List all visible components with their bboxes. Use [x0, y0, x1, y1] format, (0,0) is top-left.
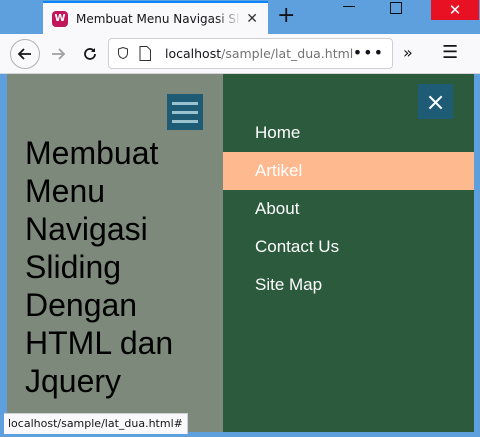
- side-navigation: × Home Artikel About Contact Us Site Map: [223, 74, 474, 432]
- new-tab-button[interactable]: +: [277, 3, 295, 29]
- arrow-left-icon: [17, 48, 31, 60]
- page-viewport: Membuat Menu Navigasi Sliding Dengan HTM…: [7, 74, 474, 432]
- arrow-right-icon: [52, 48, 66, 60]
- tab-active[interactable]: W Membuat Menu Navigasi Sliding Dengan H…: [43, 1, 268, 34]
- hamburger-menu-icon[interactable]: ☰: [442, 42, 458, 63]
- address-bar[interactable]: localhost/sample/lat_dua.html •••: [108, 38, 393, 69]
- tab-close-icon[interactable]: ✕: [246, 11, 258, 27]
- page-actions-icon[interactable]: •••: [353, 43, 384, 62]
- tab-strip: W Membuat Menu Navigasi Sliding Dengan H…: [0, 0, 480, 34]
- nav-item-contact-us[interactable]: Contact Us: [223, 228, 474, 266]
- open-menu-button[interactable]: [167, 94, 203, 130]
- tab-title: Membuat Menu Navigasi Sliding Dengan HTM…: [76, 11, 241, 26]
- back-button[interactable]: [10, 39, 40, 69]
- nav-item-home[interactable]: Home: [223, 114, 474, 152]
- shield-icon: [118, 47, 128, 59]
- window-close-button[interactable]: ✕: [431, 0, 479, 20]
- maximize-icon[interactable]: [390, 2, 402, 14]
- nav-item-about[interactable]: About: [223, 190, 474, 228]
- reload-button[interactable]: [75, 39, 105, 69]
- forward-button[interactable]: [43, 39, 73, 69]
- tab-favicon-icon: W: [52, 10, 68, 27]
- reload-icon: [84, 48, 96, 60]
- hamburger-bar: [172, 101, 198, 105]
- status-bar: localhost/sample/lat_dua.html#: [4, 413, 188, 434]
- nav-item-site-map[interactable]: Site Map: [223, 266, 474, 304]
- hamburger-bar: [172, 119, 198, 123]
- nav-item-artikel[interactable]: Artikel: [223, 152, 474, 190]
- url-path: /sample/lat_dua.html: [221, 46, 354, 61]
- url-host: localhost: [165, 46, 222, 61]
- navigation-toolbar: localhost/sample/lat_dua.html ••• » ☰: [0, 34, 480, 74]
- minimize-icon[interactable]: [343, 6, 355, 7]
- url-text[interactable]: localhost/sample/lat_dua.html: [165, 46, 353, 61]
- browser-window: W Membuat Menu Navigasi Sliding Dengan H…: [0, 0, 480, 437]
- page-icon: [139, 46, 151, 61]
- hamburger-bar: [172, 110, 198, 114]
- overflow-chevron-icon[interactable]: »: [403, 43, 413, 62]
- page-heading: Membuat Menu Navigasi Sliding Dengan HTM…: [25, 135, 174, 399]
